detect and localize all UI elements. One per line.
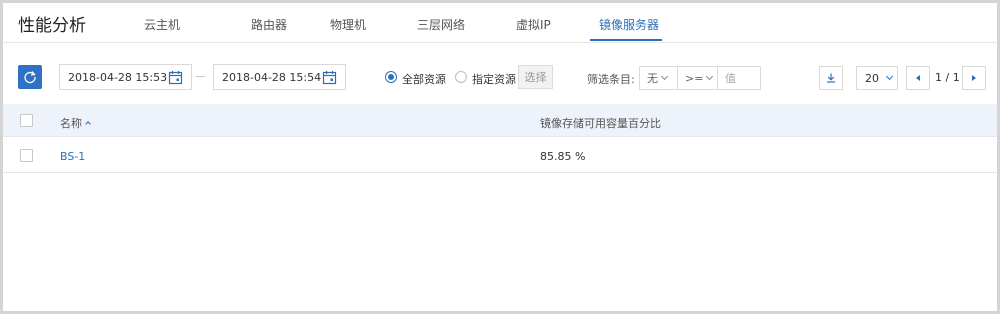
scope-specific-radio[interactable] (455, 71, 467, 83)
refresh-button[interactable] (18, 65, 42, 89)
filter-value-input[interactable]: 值 (717, 66, 761, 90)
tab-l3-network[interactable]: 三层网络 (417, 16, 465, 33)
filter-value-placeholder: 值 (725, 72, 736, 85)
scope-all-label[interactable]: 全部资源 (402, 71, 446, 87)
download-button[interactable] (819, 66, 843, 90)
table-row: BS-1 85.85 % (3, 138, 997, 173)
sort-ascending-icon (85, 121, 91, 127)
column-header-available-capacity: 镜像存储可用容量百分比 (540, 117, 661, 130)
tab-backup-storage[interactable]: 镜像服务器 (599, 16, 659, 33)
chevron-down-icon (660, 72, 669, 81)
chevron-down-icon (706, 72, 714, 81)
scope-specific-label[interactable]: 指定资源 (472, 71, 516, 87)
page-indicator: 1 / 1 (935, 71, 960, 84)
next-page-button[interactable] (962, 66, 986, 90)
date-range-separator (196, 76, 205, 77)
table-header: 名称 镜像存储可用容量百分比 (3, 104, 997, 137)
column-header-name-label: 名称 (60, 117, 82, 130)
select-all-checkbox[interactable] (20, 114, 33, 127)
column-header-name[interactable]: 名称 (60, 115, 91, 131)
filter-operator-value: >= (685, 71, 704, 85)
calendar-icon[interactable] (322, 70, 337, 85)
caret-right-icon (972, 75, 976, 81)
row-name-link[interactable]: BS-1 (60, 150, 85, 163)
top-tab-bar: 性能分析 云主机 路由器 物理机 三层网络 虚拟IP 镜像服务器 (3, 3, 997, 43)
refresh-icon (24, 71, 36, 84)
tab-router[interactable]: 路由器 (251, 16, 287, 33)
start-time-input[interactable]: 2018-04-28 15:53 (59, 64, 192, 90)
tab-host[interactable]: 物理机 (330, 16, 366, 33)
download-icon (827, 73, 835, 83)
filter-field-select[interactable]: 无 (639, 66, 678, 90)
page-size-select[interactable]: 20 (856, 66, 898, 90)
end-time-input[interactable]: 2018-04-28 15:54 (213, 64, 346, 90)
caret-left-icon (916, 75, 920, 81)
choose-resource-button[interactable]: 选择 (518, 65, 553, 89)
tab-vm[interactable]: 云主机 (144, 16, 180, 33)
calendar-icon[interactable] (168, 70, 183, 85)
performance-analysis-panel: 性能分析 云主机 路由器 物理机 三层网络 虚拟IP 镜像服务器 2018-04… (0, 0, 1000, 314)
prev-page-button[interactable] (906, 66, 930, 90)
start-time-value: 2018-04-28 15:53 (68, 70, 168, 84)
filter-operator-select[interactable]: >= (677, 66, 718, 90)
page-size-value: 20 (865, 71, 879, 85)
scope-all-radio[interactable] (385, 71, 397, 83)
row-checkbox[interactable] (20, 149, 33, 162)
filter-label: 筛选条目: (587, 73, 635, 86)
page-title: 性能分析 (18, 16, 86, 36)
row-capacity-value: 85.85 % (540, 150, 586, 163)
end-time-value: 2018-04-28 15:54 (222, 70, 322, 84)
tab-virtual-ip[interactable]: 虚拟IP (516, 16, 551, 33)
chevron-down-icon (885, 72, 894, 81)
filter-field-value: 无 (647, 72, 658, 85)
active-tab-indicator (590, 39, 662, 41)
